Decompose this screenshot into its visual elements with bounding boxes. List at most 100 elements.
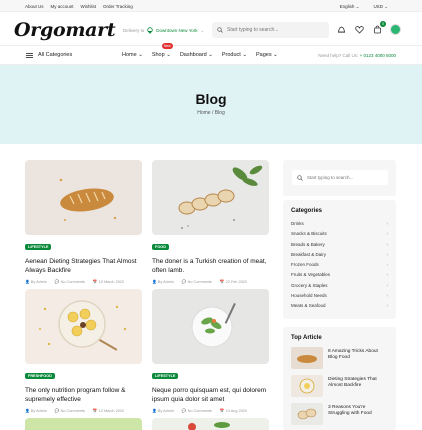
menu-label: Product (221, 52, 241, 58)
avatar[interactable] (390, 24, 401, 35)
post-image[interactable] (25, 289, 142, 364)
post-comments: 💬 No Comments (181, 280, 212, 284)
category-item[interactable]: Meats & Seafood › (291, 303, 388, 313)
category-item[interactable]: Breads & Bakery › (291, 242, 388, 252)
post-date: 📅 22 Feb 2020 (219, 280, 248, 284)
wishlist-button[interactable] (354, 25, 364, 35)
category-item[interactable]: Frozen Foods › (291, 262, 388, 272)
bread-thumbnail (297, 355, 317, 363)
menu-item-home[interactable]: Home ⌄ (122, 52, 143, 58)
language-label: English (339, 3, 355, 9)
chevron-down-icon: ⌄ (208, 52, 213, 58)
chevron-right-icon: › (386, 241, 389, 247)
post-title[interactable]: The doner is a Turkish creation of meat,… (152, 257, 269, 275)
article-thumbnail[interactable] (291, 403, 323, 425)
post-date: 📅 10 March 2020 (92, 409, 125, 413)
blog-post-card[interactable]: LIFESTYLE Aenean Dieting Strategies That… (25, 160, 142, 284)
post-image[interactable] (152, 289, 269, 364)
category-item[interactable]: Snacks & Biscuits › (291, 231, 388, 241)
post-author: 👤 By Admin (152, 280, 174, 284)
help-phone[interactable]: + 0123 4000 5000 (360, 53, 396, 58)
article-title[interactable]: Dieting Strategies That Almost Backfire (328, 377, 388, 390)
sliced-bread-image (178, 165, 263, 229)
post-tag[interactable]: FOOD (152, 244, 169, 250)
menu-label: Home (122, 52, 137, 58)
category-item[interactable]: Fruits & Vegetables › (291, 272, 388, 282)
post-meta: 👤 By Admin 💬 No Comments 📅 10 Aug 2020 (152, 408, 269, 413)
chevron-right-icon: › (386, 293, 389, 299)
currency-select[interactable]: USD ⌄ (373, 4, 388, 10)
all-categories-label: All Categories (38, 52, 73, 58)
post-image[interactable] (152, 160, 269, 235)
sliced-bread-thumbnail (297, 408, 317, 420)
chevron-right-icon: › (386, 272, 389, 278)
chevron-right-icon: › (386, 303, 389, 309)
menu-item-pages[interactable]: Pages ⌄ (256, 52, 278, 58)
post-title[interactable]: Aenean Dieting Strategies That Almost Al… (25, 257, 142, 275)
post-title[interactable]: The only nutrition program follow & supr… (25, 386, 142, 404)
breadcrumb[interactable]: Home / Blog (0, 110, 422, 116)
location-pin-icon (147, 27, 153, 34)
notification-bell-button[interactable] (336, 25, 346, 35)
top-articles-widget: Top Article 8 Amazing Tricks About Blog … (283, 327, 396, 430)
currency-label: USD (373, 3, 383, 9)
chevron-down-icon: ⌄ (166, 52, 171, 58)
post-tag[interactable]: LIFESTYLE (152, 373, 179, 379)
category-item[interactable]: Drinks › (291, 221, 388, 231)
all-categories-button[interactable]: All Categories (26, 52, 72, 58)
chevron-down-icon: ⌄ (384, 3, 388, 9)
post-date-label: 10 March 2020 (98, 409, 125, 413)
blog-post-card[interactable]: FRESHFOOD The only nutrition program fol… (25, 289, 142, 413)
article-title[interactable]: 3 Reasons You're Struggling with Food (328, 405, 388, 418)
article-thumbnail[interactable] (291, 347, 323, 369)
category-item[interactable]: Grocery & Staples › (291, 283, 388, 293)
post-meta: 👤 By Admin 💬 No Comments 📅 10 March 2020 (25, 279, 142, 284)
chevron-down-icon: ⌄ (138, 52, 143, 58)
post-comments: 💬 No Comments (54, 280, 85, 284)
menu-item-dashboard[interactable]: Dashboard ⌄ (180, 52, 213, 58)
article-title[interactable]: 8 Amazing Tricks About Blog Food (328, 349, 388, 362)
post-tag[interactable]: LIFESTYLE (25, 244, 52, 250)
sidebar-search-widget: Start typing to search... (283, 160, 396, 196)
cart-button[interactable]: 0 (372, 20, 386, 35)
sidebar-search-input[interactable]: Start typing to search... (292, 170, 388, 185)
top-article-item[interactable]: 3 Reasons You're Struggling with Food (291, 403, 388, 425)
oat-bowl-image (39, 300, 127, 351)
blog-post-card[interactable]: FOOD The doner is a Turkish creation of … (152, 160, 269, 284)
menu-item-product[interactable]: Product ⌄ (222, 52, 247, 58)
chevron-down-icon: ⌄ (273, 52, 278, 58)
search-placeholder: Start typing to search... (227, 27, 279, 33)
menu-label: Pages (255, 52, 272, 58)
chevron-right-icon: › (386, 221, 389, 226)
post-image-partial[interactable] (152, 418, 269, 430)
delivery-location-value: Downtown New York (156, 28, 198, 33)
post-comments-label: No Comments (187, 280, 212, 284)
top-link-about[interactable]: About Us (25, 4, 44, 9)
chevron-right-icon: › (386, 231, 389, 237)
help-label: Need help? Call Us: (318, 53, 359, 58)
article-thumbnail[interactable] (291, 375, 323, 397)
post-author: 👤 By Admin (25, 280, 47, 284)
top-link-account[interactable]: My account (51, 4, 74, 9)
post-tag[interactable]: FRESHFOOD (25, 373, 55, 379)
language-select[interactable]: English ⌄ (340, 4, 360, 10)
category-item[interactable]: Household Needs › (291, 293, 388, 303)
top-link-wishlist[interactable]: Wishlist (81, 4, 97, 9)
top-article-item[interactable]: Dieting Strategies That Almost Backfire (291, 375, 388, 397)
category-item[interactable]: Breakfast & Dairy › (291, 252, 388, 262)
menu-label: Shop (151, 52, 165, 58)
delivery-label: Delivery to (123, 28, 145, 33)
main-nav: All Categories Home ⌄ Shop ⌄ New Dashboar… (0, 43, 422, 65)
logo[interactable]: Orgomart (14, 19, 116, 41)
post-title[interactable]: Neque porro quisquam est, qui dolorem ip… (152, 386, 269, 404)
menu-item-shop[interactable]: Shop ⌄ New (151, 43, 173, 58)
header-search-input[interactable]: Start typing to search... (212, 22, 329, 38)
post-image[interactable] (25, 160, 142, 235)
delivery-location[interactable]: Delivery to Downtown New York ⌄ (123, 27, 204, 34)
top-article-item[interactable]: 8 Amazing Tricks About Blog Food (291, 347, 388, 369)
post-image-partial[interactable] (25, 418, 142, 430)
top-link-order-tracking[interactable]: Order Tracking (103, 4, 133, 9)
blog-post-card[interactable]: LIFESTYLE Neque porro quisquam est, qui … (152, 289, 269, 413)
sidebar-search-placeholder: Start typing to search... (307, 175, 354, 180)
post-date-label: 10 Aug 2020 (225, 409, 248, 413)
